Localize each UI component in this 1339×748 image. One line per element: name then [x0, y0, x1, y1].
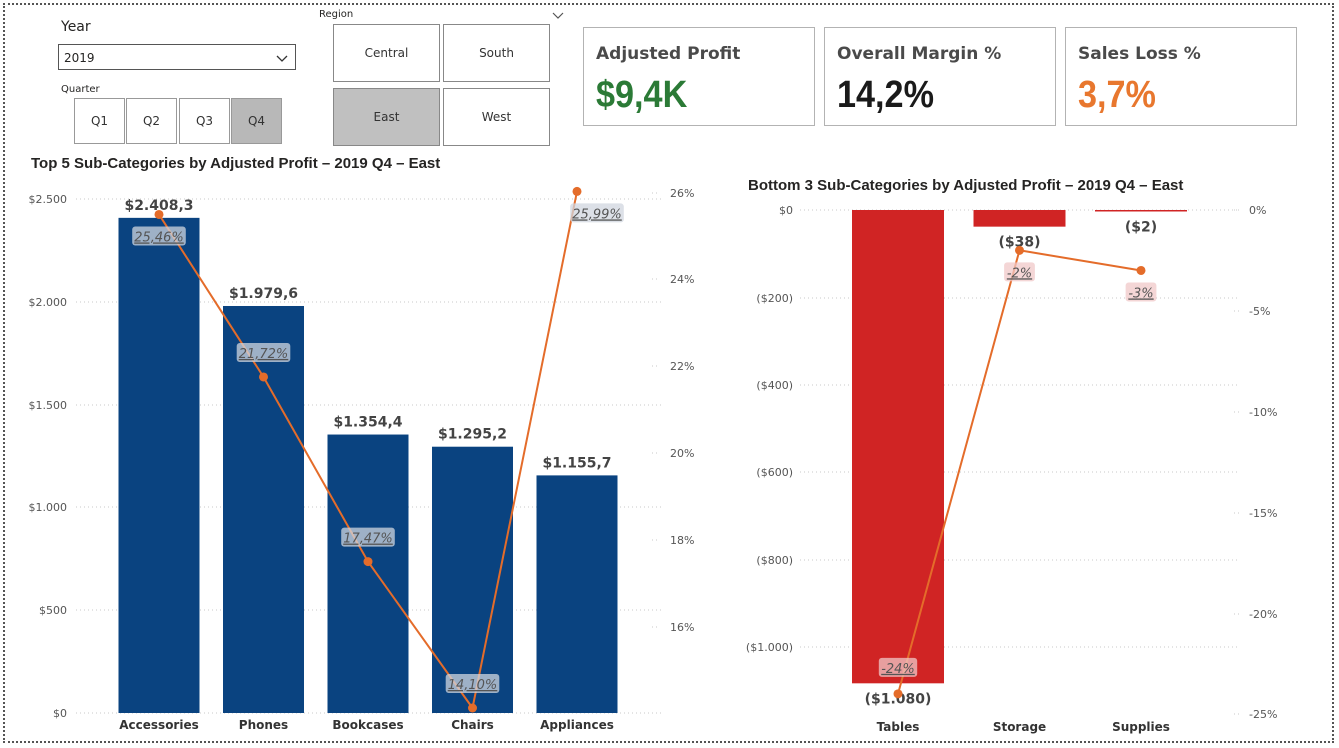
y-tick-label: ($1.000) [746, 641, 793, 654]
line-data-label: -2% [1007, 266, 1032, 281]
y-tick-label: ($400) [756, 379, 793, 392]
bar [1095, 210, 1187, 212]
x-tick-label: Tables [877, 720, 920, 734]
line-data-label: -24% [881, 662, 915, 677]
y2-tick-label: -5% [1249, 305, 1270, 318]
y2-tick-label: -15% [1249, 507, 1277, 520]
line-point [893, 689, 903, 699]
x-tick-label: Storage [993, 720, 1046, 734]
y-tick-label: ($600) [756, 466, 793, 479]
line-point [1015, 245, 1024, 255]
line-point [1136, 265, 1146, 275]
bottom3-chart: $0 ($200) ($400) ($600) ($800) ($1.000) 0% -5% -… [746, 204, 1278, 734]
line-data-label: -3% [1128, 286, 1153, 301]
bar-data-label: ($2) [1125, 220, 1157, 236]
y2-tick-label: 0% [1249, 204, 1266, 217]
y-tick-label: $0 [779, 204, 793, 217]
x-tick-label: Supplies [1112, 720, 1170, 734]
y2-tick-label: -20% [1249, 608, 1277, 621]
y-tick-label: ($800) [756, 554, 793, 567]
bar [973, 210, 1066, 227]
y-tick-label: ($200) [756, 292, 793, 305]
y2-tick-label: -10% [1249, 406, 1277, 419]
y2-tick-label: -25% [1249, 708, 1277, 721]
bar [852, 210, 944, 684]
